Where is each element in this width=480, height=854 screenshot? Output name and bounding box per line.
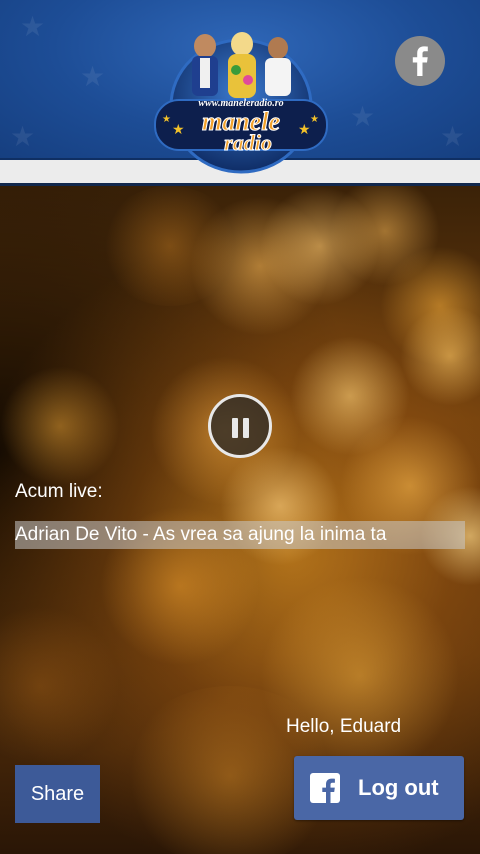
star-decoration: ★ [80,61,106,92]
star-decoration: ★ [350,101,376,132]
facebook-page-button[interactable] [395,36,445,86]
facebook-icon [412,46,428,76]
star-decoration: ★ [440,121,466,152]
logout-button[interactable]: Log out [294,756,464,820]
star-decoration: ★ [162,114,171,125]
share-label: Share [30,782,85,805]
star-decoration: ★ [20,11,46,42]
logo-word-radio: radio [224,130,272,155]
user-greeting: Hello, Eduard [286,716,402,737]
pause-button[interactable] [208,394,272,458]
player-background [0,186,480,854]
maneleradio-logo: www.maneleradio.ro manele radio ★ ★ ★ ★ [150,26,332,174]
star-decoration: ★ [298,121,311,137]
star-decoration: ★ [10,121,36,152]
share-button[interactable]: Share [15,765,100,823]
star-decoration: ★ [172,121,185,137]
now-playing-track: Adrian De Vito - As vrea sa ajung la ini… [15,521,465,549]
logout-label: Log out [358,775,439,800]
bokeh-light [100,186,240,306]
live-label: Acum live: [15,481,103,502]
facebook-icon [310,773,340,803]
bokeh-light [0,366,120,486]
star-decoration: ★ [310,114,319,125]
bokeh-light [0,606,120,766]
